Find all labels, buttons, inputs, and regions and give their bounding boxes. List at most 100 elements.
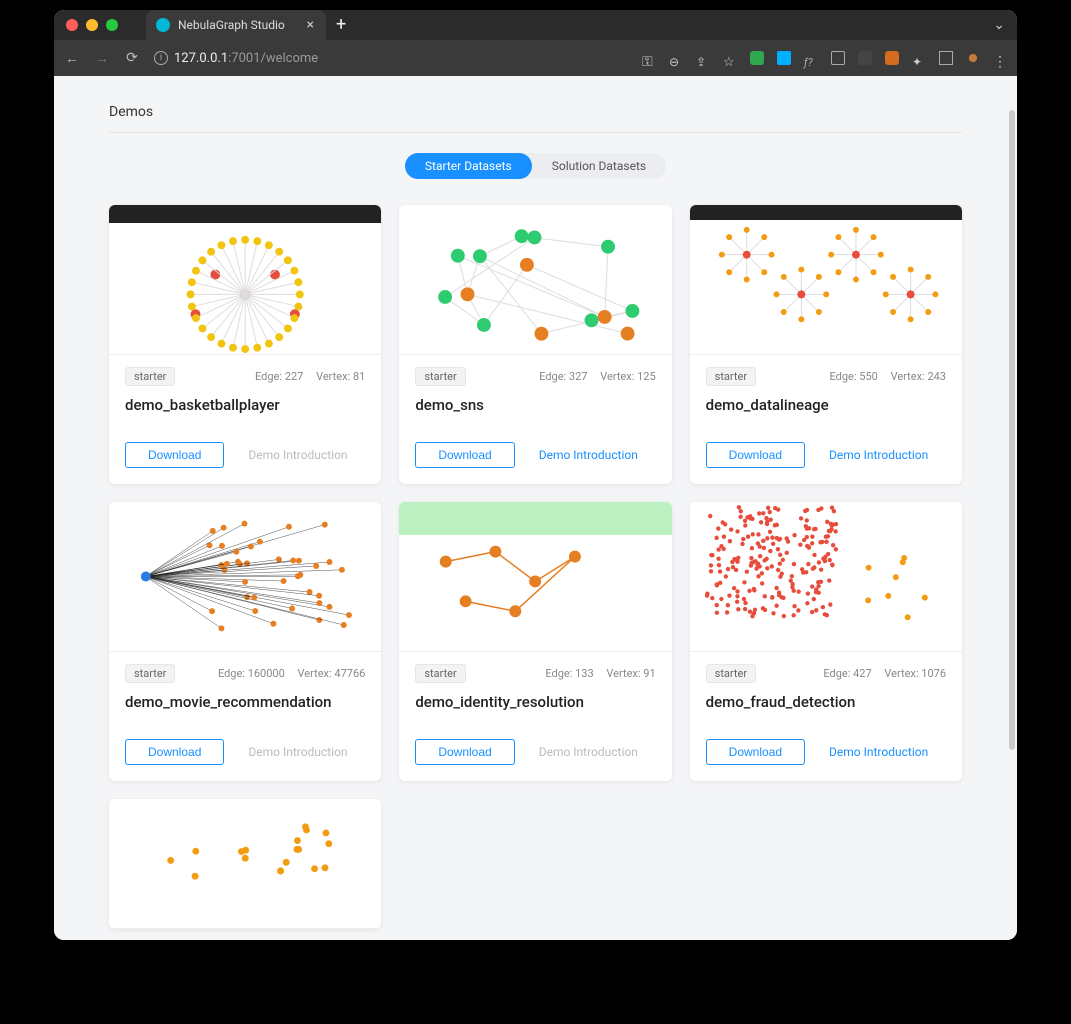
demo-meta-row: starter Edge: 550 Vertex: 243 — [706, 367, 946, 386]
window-controls — [66, 19, 118, 31]
demo-intro-link: Demo Introduction — [539, 745, 638, 759]
profile-avatar-icon[interactable] — [966, 51, 980, 65]
demo-meta-row: starter Edge: 133 Vertex: 91 — [415, 664, 655, 683]
demo-meta-row: starter Edge: 227 Vertex: 81 — [125, 367, 365, 386]
extensions-puzzle-icon[interactable] — [912, 51, 926, 65]
category-badge: starter — [125, 367, 175, 386]
download-button[interactable]: Download — [125, 442, 224, 468]
maximize-window-icon[interactable] — [106, 19, 118, 31]
extension-icon[interactable] — [831, 51, 845, 65]
extension-icon[interactable] — [777, 51, 791, 65]
demo-name: demo_sns — [415, 396, 655, 414]
demo-name: demo_identity_resolution — [415, 693, 655, 711]
demo-thumbnail — [690, 205, 962, 355]
tabs-overflow-icon[interactable]: ⌄ — [993, 17, 1005, 33]
password-key-icon[interactable] — [642, 51, 656, 65]
demo-thumbnail — [399, 502, 671, 652]
close-window-icon[interactable] — [66, 19, 78, 31]
url-path: :7001/welcome — [228, 51, 318, 66]
demo-counts: Edge: 550 Vertex: 243 — [830, 370, 946, 383]
category-badge: starter — [706, 664, 756, 683]
demo-card: starter Edge: 427 Vertex: 1076 demo_frau… — [690, 502, 962, 781]
kebab-menu-icon[interactable] — [993, 51, 1007, 65]
extension-icon[interactable] — [750, 51, 764, 65]
category-badge: starter — [415, 664, 465, 683]
demo-thumbnail — [690, 502, 962, 652]
vertex-count: Vertex: 243 — [891, 370, 946, 383]
demo-card — [109, 799, 381, 929]
demo-thumbnail — [109, 502, 381, 652]
url-host: 127.0.0.1 — [174, 51, 228, 66]
demo-name: demo_basketballplayer — [125, 396, 365, 414]
demo-counts: Edge: 133 Vertex: 91 — [545, 667, 655, 680]
demo-name: demo_fraud_detection — [706, 693, 946, 711]
toolbar: ← → ⟳ i 127.0.0.1:7001/welcome — [54, 40, 1017, 76]
tab-close-icon[interactable]: × — [307, 18, 314, 32]
demo-thumbnail — [399, 205, 671, 355]
category-badge: starter — [125, 664, 175, 683]
vertex-count: Vertex: 91 — [606, 667, 655, 680]
demo-card: starter Edge: 133 Vertex: 91 demo_identi… — [399, 502, 671, 781]
download-button[interactable]: Download — [706, 442, 805, 468]
demo-name: demo_datalineage — [706, 396, 946, 414]
demo-meta-row: starter Edge: 427 Vertex: 1076 — [706, 664, 946, 683]
demo-name: demo_movie_recommendation — [125, 693, 365, 711]
edge-count: Edge: 160000 — [218, 667, 285, 680]
sidepanel-icon[interactable] — [939, 51, 953, 65]
nav-back-button[interactable]: ← — [64, 50, 80, 67]
bookmark-star-icon[interactable] — [723, 51, 737, 65]
scrollbar-thumb[interactable] — [1009, 110, 1015, 750]
download-button[interactable]: Download — [415, 739, 514, 765]
demo-counts: Edge: 427 Vertex: 1076 — [823, 667, 946, 680]
demo-thumbnail — [109, 205, 381, 355]
demo-intro-link[interactable]: Demo Introduction — [539, 448, 638, 462]
nav-reload-button[interactable]: ⟳ — [124, 50, 140, 66]
demo-meta-row: starter Edge: 160000 Vertex: 47766 — [125, 664, 365, 683]
tab-solution-datasets[interactable]: Solution Datasets — [532, 153, 666, 179]
zoom-out-icon[interactable] — [669, 51, 683, 65]
edge-count: Edge: 327 — [539, 370, 587, 383]
demo-card: starter Edge: 327 Vertex: 125 demo_sns D… — [399, 205, 671, 484]
browser-window: NebulaGraph Studio × + ⌄ ← → ⟳ i 127.0.0… — [54, 10, 1017, 940]
demo-meta-row: starter Edge: 327 Vertex: 125 — [415, 367, 655, 386]
extension-icon[interactable] — [858, 51, 872, 65]
vertex-count: Vertex: 47766 — [298, 667, 366, 680]
share-icon[interactable] — [696, 51, 710, 65]
address-bar[interactable]: i 127.0.0.1:7001/welcome — [154, 51, 628, 66]
edge-count: Edge: 133 — [545, 667, 593, 680]
download-button[interactable]: Download — [706, 739, 805, 765]
page-scroll-area[interactable]: Demos Starter Datasets Solution Datasets… — [54, 76, 1017, 940]
category-badge: starter — [706, 367, 756, 386]
dataset-tabs-container: Starter Datasets Solution Datasets — [109, 153, 962, 179]
download-button[interactable]: Download — [125, 739, 224, 765]
demo-intro-link[interactable]: Demo Introduction — [829, 448, 928, 462]
extension-icons — [642, 51, 1007, 65]
browser-tab[interactable]: NebulaGraph Studio × — [146, 10, 326, 40]
extension-icon[interactable] — [885, 51, 899, 65]
category-badge: starter — [415, 367, 465, 386]
demo-card: starter Edge: 550 Vertex: 243 demo_datal… — [690, 205, 962, 484]
demo-intro-link[interactable]: Demo Introduction — [829, 745, 928, 759]
edge-count: Edge: 227 — [255, 370, 303, 383]
demo-card: starter Edge: 227 Vertex: 81 demo_basket… — [109, 205, 381, 484]
demo-intro-link: Demo Introduction — [248, 745, 347, 759]
tab-favicon-icon — [156, 18, 170, 32]
vertex-count: Vertex: 1076 — [884, 667, 946, 680]
tab-starter-datasets[interactable]: Starter Datasets — [405, 153, 532, 179]
edge-count: Edge: 427 — [823, 667, 871, 680]
demo-counts: Edge: 327 Vertex: 125 — [539, 370, 655, 383]
extension-icon[interactable] — [804, 51, 818, 65]
nav-forward-button[interactable]: → — [94, 50, 110, 67]
demo-counts: Edge: 227 Vertex: 81 — [255, 370, 365, 383]
minimize-window-icon[interactable] — [86, 19, 98, 31]
vertex-count: Vertex: 125 — [600, 370, 655, 383]
download-button[interactable]: Download — [415, 442, 514, 468]
titlebar: NebulaGraph Studio × + ⌄ — [54, 10, 1017, 40]
demo-thumbnail — [109, 799, 381, 929]
demo-card: starter Edge: 160000 Vertex: 47766 demo_… — [109, 502, 381, 781]
new-tab-button[interactable]: + — [336, 16, 346, 34]
edge-count: Edge: 550 — [830, 370, 878, 383]
site-info-icon[interactable]: i — [154, 51, 168, 65]
page-title: Demos — [109, 104, 962, 133]
demo-counts: Edge: 160000 Vertex: 47766 — [218, 667, 365, 680]
